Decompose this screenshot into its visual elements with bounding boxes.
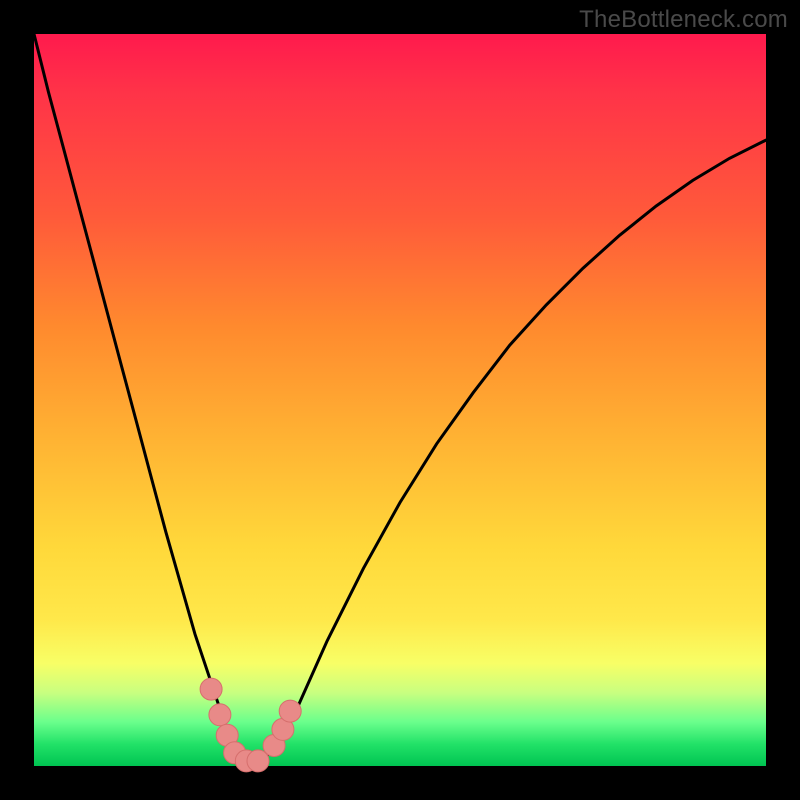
plot-area: [34, 34, 766, 766]
watermark-text: TheBottleneck.com: [579, 6, 788, 34]
chart-frame: TheBottleneck.com: [0, 0, 800, 800]
curve-markers: [200, 678, 301, 772]
bottleneck-curve-svg: [34, 34, 766, 766]
curve-marker: [209, 704, 231, 726]
bottleneck-curve: [34, 34, 766, 762]
curve-marker: [200, 678, 222, 700]
curve-marker: [279, 700, 301, 722]
